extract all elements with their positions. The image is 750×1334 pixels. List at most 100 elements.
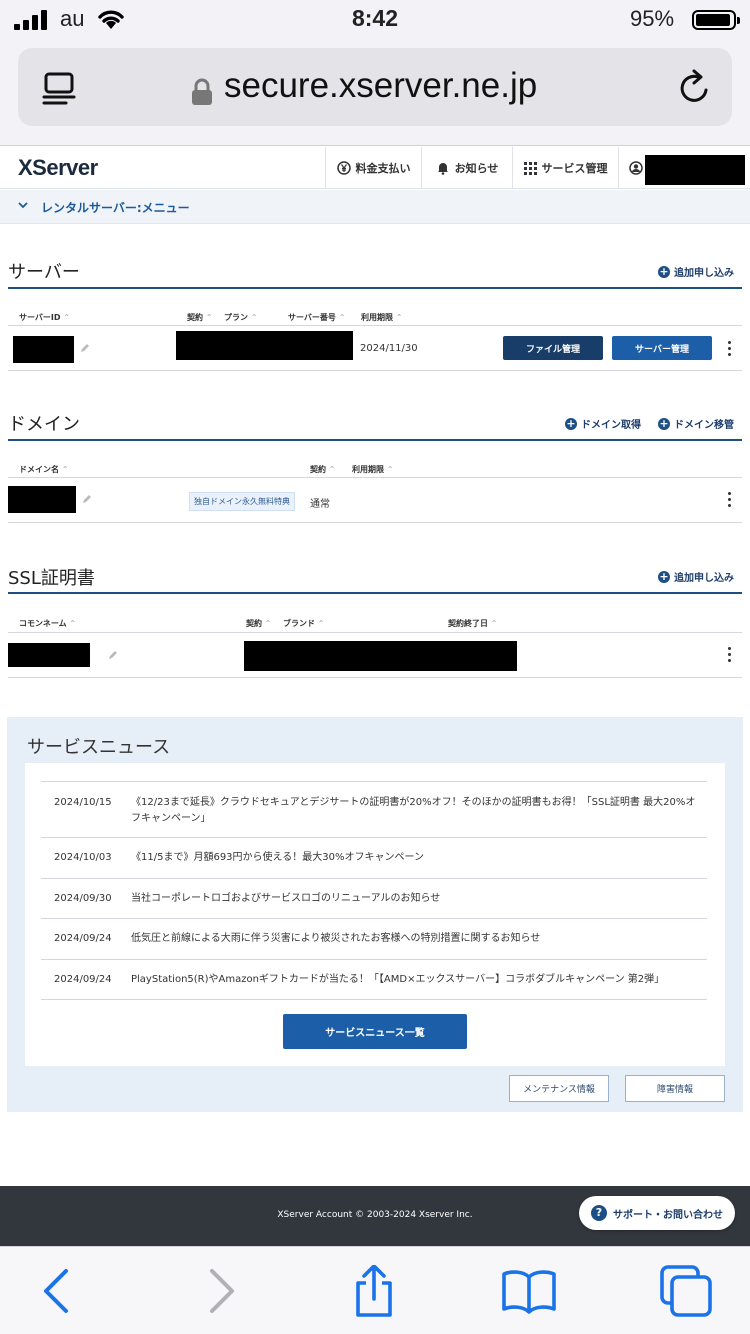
table-header-line — [8, 325, 742, 326]
rental-server-menu-toggle[interactable]: レンタルサーバー:メニュー — [0, 190, 750, 224]
col-domain-expiry[interactable]: 利用期限 ⌃ — [352, 464, 394, 475]
incident-info-button[interactable]: 障害情報 — [625, 1075, 725, 1102]
grid-icon — [523, 161, 537, 175]
maintenance-info-button[interactable]: メンテナンス情報 — [509, 1075, 609, 1102]
row-line — [8, 370, 742, 371]
news-date: 2024/10/03 — [54, 852, 112, 863]
news-item[interactable]: 2024/09/30 当社コーポレートロゴおよびサービスロゴのリニューアルのお知… — [41, 878, 707, 918]
row-line — [8, 522, 742, 523]
server-section-title: サーバー — [8, 262, 80, 283]
pencil-icon[interactable] — [108, 650, 118, 660]
col-plan[interactable]: プラン ⌃ — [224, 312, 258, 323]
news-item[interactable]: 2024/09/24 低気圧と前線による大雨に伴う災害により被災されたお客様への… — [41, 918, 707, 959]
news-text[interactable]: 当社コーポレートロゴおよびサービスロゴのリニューアルのお知らせ — [131, 891, 701, 907]
pencil-icon[interactable] — [80, 343, 90, 353]
news-text[interactable]: 《12/23まで延長》クラウドセキュアとデジサートの証明書が20%オフ！そのほか… — [131, 795, 701, 827]
url-text[interactable]: secure.xserver.ne.jp — [224, 66, 537, 106]
server-add-link[interactable]: + 追加申し込み — [658, 264, 734, 279]
plus-circle-icon: + — [565, 416, 577, 430]
news-date: 2024/10/15 — [54, 797, 112, 808]
service-news-panel: サービスニュース 2024/10/15 《12/23まで延長》クラウドセキュアと… — [7, 717, 743, 1112]
nav-notices[interactable]: お知らせ — [421, 147, 512, 189]
table-header-line — [8, 477, 742, 478]
col-brand[interactable]: ブランド ⌃ — [283, 618, 325, 629]
nav-payment[interactable]: 料金支払い — [325, 147, 421, 189]
col-expiry[interactable]: 利用期限 ⌃ — [361, 312, 403, 323]
col-common-name[interactable]: コモンネーム ⌃ — [19, 618, 76, 629]
browser-toolbar — [0, 1246, 750, 1334]
nav-service-management-label: サービス管理 — [541, 162, 608, 175]
col-end-date[interactable]: 契約終了日 ⌃ — [448, 618, 498, 629]
free-domain-badge: 独自ドメイン永久無料特典 — [189, 492, 295, 511]
news-item[interactable]: 2024/09/24 PlayStation5(R)やAmazonギフトカードが… — [41, 959, 707, 1000]
ssl-section-title: SSL証明書 — [8, 568, 95, 589]
redacted-common-name — [8, 643, 90, 667]
news-title: サービスニュース — [27, 737, 171, 758]
server-row-menu-icon[interactable] — [728, 341, 732, 357]
yen-icon — [336, 161, 351, 175]
domain-transfer-label: ドメイン移管 — [674, 420, 734, 431]
ssl-add-label: 追加申し込み — [674, 573, 734, 584]
site-footer: XServer Account © 2003-2024 Xserver Inc.… — [0, 1186, 750, 1246]
xserver-logo[interactable]: XServer — [18, 155, 98, 181]
back-arrow-icon[interactable] — [30, 1265, 86, 1317]
ssl-row-menu-icon[interactable] — [728, 647, 732, 663]
forward-arrow-icon[interactable] — [192, 1265, 248, 1317]
news-text[interactable]: PlayStation5(R)やAmazonギフトカードが当たる！「【AMD×エ… — [131, 972, 701, 988]
col-contract[interactable]: 契約 ⌃ — [187, 312, 213, 323]
file-manager-button[interactable]: ファイル管理 — [503, 336, 603, 360]
news-list-button[interactable]: サービスニュース一覧 — [283, 1014, 467, 1049]
col-domain-name[interactable]: ドメイン名 ⌃ — [19, 464, 69, 475]
domain-transfer-link[interactable]: + ドメイン移管 — [658, 416, 734, 431]
redacted-ssl-info — [244, 641, 517, 671]
news-date: 2024/09/30 — [54, 893, 112, 904]
ssl-add-link[interactable]: + 追加申し込み — [658, 569, 734, 584]
reader-view-icon[interactable] — [40, 68, 80, 108]
battery-icon — [692, 10, 740, 30]
domain-row-menu-icon[interactable] — [728, 492, 732, 508]
bell-icon — [437, 163, 448, 175]
news-item[interactable]: 2024/10/15 《12/23まで延長》クラウドセキュアとデジサートの証明書… — [41, 781, 707, 837]
reload-icon[interactable] — [674, 68, 714, 108]
support-contact-button[interactable]: ? サポート・お問い合わせ — [579, 1196, 735, 1230]
col-server-number[interactable]: サーバー番号 ⌃ — [288, 312, 345, 323]
redacted-account-name — [645, 155, 745, 185]
tabs-icon[interactable] — [658, 1265, 714, 1317]
col-server-id[interactable]: サーバーID ⌃ — [19, 312, 70, 323]
nav-notices-label: お知らせ — [454, 162, 499, 175]
domain-section-title: ドメイン — [8, 414, 80, 435]
news-item[interactable]: 2024/10/03 《11/5まで》月額693円から使える！最大30%オフキャ… — [41, 837, 707, 878]
section-divider — [8, 592, 742, 594]
news-text[interactable]: 低気圧と前線による大雨に伴う災害により被災されたお客様への特別措置に関するお知ら… — [131, 931, 701, 947]
nav-payment-label: 料金支払い — [355, 162, 411, 175]
nav-service-management[interactable]: サービス管理 — [512, 147, 618, 189]
domain-get-label: ドメイン取得 — [581, 420, 641, 431]
col-domain-contract[interactable]: 契約 ⌃ — [310, 464, 336, 475]
redacted-domain-name — [8, 486, 76, 513]
share-icon[interactable] — [346, 1265, 402, 1317]
lock-icon — [192, 78, 212, 105]
question-circle-icon: ? — [591, 1205, 607, 1221]
chevron-down-icon — [18, 202, 28, 209]
submenu-label: レンタルサーバー:メニュー — [41, 201, 190, 215]
section-divider — [8, 287, 742, 289]
domain-get-link[interactable]: + ドメイン取得 — [565, 416, 641, 431]
server-manager-button[interactable]: サーバー管理 — [612, 336, 712, 360]
browser-address-area: secure.xserver.ne.jp — [0, 40, 750, 146]
server-add-label: 追加申し込み — [674, 268, 734, 279]
redacted-server-id — [13, 336, 74, 363]
col-ssl-contract[interactable]: 契約 ⌃ — [246, 618, 272, 629]
plus-circle-icon: + — [658, 416, 670, 430]
section-divider — [8, 439, 742, 441]
plus-circle-icon: + — [658, 569, 670, 583]
bookmarks-icon[interactable] — [501, 1265, 557, 1317]
address-bar[interactable]: secure.xserver.ne.jp — [18, 48, 732, 126]
status-bar: au 8:42 95% — [0, 0, 750, 40]
server-expiry: 2024/11/30 — [360, 343, 418, 354]
news-list-box: 2024/10/15 《12/23まで延長》クラウドセキュアとデジサートの証明書… — [25, 763, 725, 1066]
news-date: 2024/09/24 — [54, 933, 112, 944]
row-line — [8, 677, 742, 678]
news-text[interactable]: 《11/5まで》月額693円から使える！最大30%オフキャンペーン — [131, 850, 701, 866]
pencil-icon[interactable] — [82, 494, 92, 504]
domain-contract: 通常 — [310, 499, 330, 510]
